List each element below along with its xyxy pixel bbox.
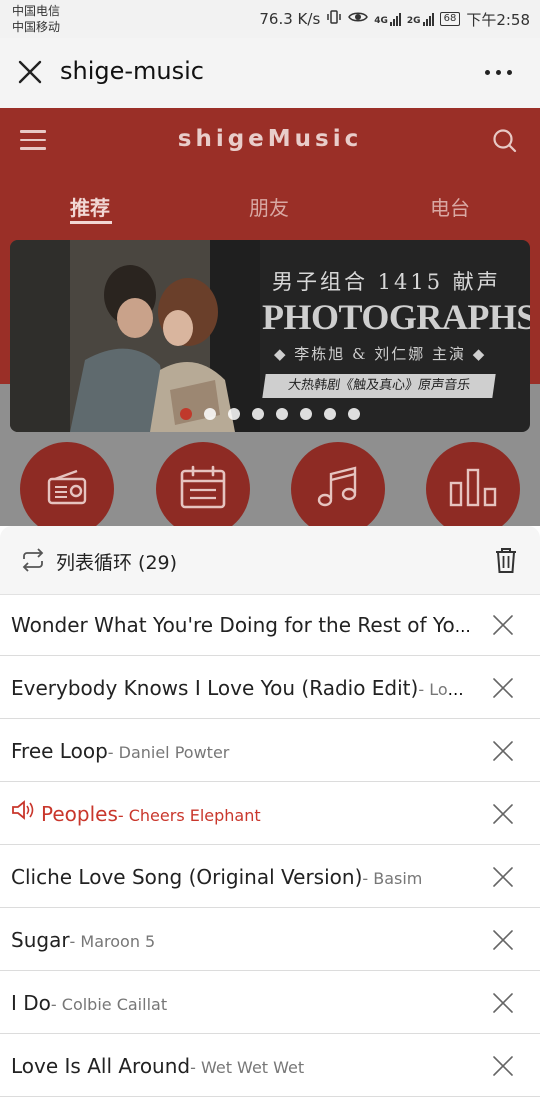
pagination-dot[interactable]	[324, 408, 336, 420]
radio-icon	[47, 469, 87, 509]
track-title: Love Is All Around	[11, 1054, 191, 1078]
carrier-2: 中国移动	[12, 20, 61, 34]
eye-icon	[348, 10, 369, 28]
category-charts[interactable]	[426, 442, 520, 536]
pagination-dot[interactable]	[204, 408, 216, 420]
pagination-dot[interactable]	[276, 408, 288, 420]
remove-track-icon[interactable]	[492, 929, 514, 951]
playlist-row[interactable]: Sugar- Maroon 5	[0, 909, 540, 971]
track-artist: - Maroon 5	[69, 932, 156, 951]
track-artist: - Cheers Elephant	[117, 806, 261, 825]
playlist-row[interactable]: Everybody Knows I Love You (Radio Edit)-…	[0, 657, 540, 719]
signal-bars-icon	[422, 12, 434, 26]
remove-track-icon[interactable]	[492, 677, 514, 699]
active-tab-indicator	[70, 221, 112, 224]
app-title: shige-music	[60, 57, 204, 85]
track-title: Free Loop	[11, 739, 108, 763]
play-mode-label[interactable]: 列表循环 (29)	[56, 548, 177, 575]
banner-line-4: 大热韩剧《触及真心》原声音乐	[262, 374, 496, 398]
remove-track-icon[interactable]	[492, 992, 514, 1014]
status-right: 76.3 K/s 4G 2G 68 下午2:58	[259, 7, 530, 31]
track-text: I Do- Colbie Caillat	[11, 972, 473, 1034]
remove-track-icon[interactable]	[492, 1055, 514, 1077]
status-bar: 中国电信 中国移动 76.3 K/s 4G 2G 68 下午2:58	[0, 0, 540, 38]
vibrate-icon	[326, 9, 342, 29]
network-type-1: 4G	[374, 16, 388, 26]
track-title: Everybody Knows I Love You (Radio Edit)	[11, 676, 419, 700]
pagination-dot[interactable]	[348, 408, 360, 420]
chart-bars-icon	[448, 467, 498, 511]
trash-icon[interactable]	[494, 546, 518, 578]
playlist-row[interactable]: Love Is All Around- Wet Wet Wet	[0, 1035, 540, 1097]
music-note-icon	[316, 465, 360, 513]
track-title: I Do	[11, 991, 51, 1015]
track-text: Love Is All Around- Wet Wet Wet	[11, 1035, 473, 1097]
brand-title: shigeMusic	[177, 126, 363, 152]
remove-track-icon[interactable]	[492, 614, 514, 636]
track-title: Peoples	[41, 802, 118, 826]
app-bar: shige-music	[0, 38, 540, 108]
pagination-dot[interactable]	[228, 408, 240, 420]
network-speed: 76.3 K/s	[259, 10, 321, 28]
tab-radio[interactable]: 电台	[430, 192, 470, 221]
tab-bar: 推荐 朋友 电台	[0, 192, 540, 232]
playlist-header: 列表循环 (29)	[0, 526, 540, 595]
track-artist: - Wet Wet Wet	[190, 1058, 305, 1077]
more-options-icon[interactable]	[485, 70, 512, 75]
track-title: Wonder What You're Doing for the Rest of…	[11, 613, 473, 637]
track-title: Cliche Love Song (Original Version)	[11, 865, 363, 889]
remove-track-icon[interactable]	[492, 803, 514, 825]
carrier-1: 中国电信	[12, 4, 61, 18]
tab-friends[interactable]: 朋友	[249, 192, 289, 221]
category-radio[interactable]	[20, 442, 114, 536]
track-text: Wonder What You're Doing for the Rest of…	[11, 594, 473, 656]
calendar-icon	[179, 465, 227, 513]
pagination-dot[interactable]	[300, 408, 312, 420]
now-playing-speaker-icon	[11, 784, 35, 846]
banner-line-1: 男子组合 1415 献声	[272, 270, 501, 294]
track-title: Sugar	[11, 928, 70, 952]
track-text: Free Loop- Daniel Powter	[11, 720, 473, 782]
track-artist: - Daniel Powter	[107, 743, 230, 762]
track-artist: - Lovebu...	[418, 680, 473, 699]
close-icon[interactable]	[16, 58, 44, 86]
category-playlist[interactable]	[291, 442, 385, 536]
playlist-row[interactable]: Free Loop- Daniel Powter	[0, 720, 540, 782]
playlist-row[interactable]: Cliche Love Song (Original Version)- Bas…	[0, 846, 540, 908]
promo-banner[interactable]: 男子组合 1415 献声 PHOTOGRAPHS ◆ 李栋旭 & 刘仁娜 主演 …	[10, 240, 530, 432]
banner-line-2: PHOTOGRAPHS	[262, 297, 530, 337]
track-artist: - Colbie Caillat	[50, 995, 168, 1014]
battery-icon: 68	[439, 12, 461, 26]
remove-track-icon[interactable]	[492, 740, 514, 762]
track-text: Everybody Knows I Love You (Radio Edit)-…	[11, 657, 473, 719]
playlist-row[interactable]: Wonder What You're Doing for the Rest of…	[0, 594, 540, 656]
track-text: Cliche Love Song (Original Version)- Bas…	[11, 846, 473, 908]
category-daily[interactable]	[156, 442, 250, 536]
loop-icon[interactable]	[20, 548, 46, 576]
playlist-sheet: 列表循环 (29) Wonder What You're Doing for t…	[0, 526, 540, 1097]
banner-pagination	[0, 408, 540, 420]
signal-2g: 2G	[407, 12, 434, 26]
track-text: Peoples- Cheers Elephant	[11, 783, 473, 845]
carrier-info: 中国电信 中国移动	[12, 3, 60, 35]
signal-4g: 4G	[374, 12, 401, 26]
playlist-row[interactable]: Peoples- Cheers Elephant	[0, 783, 540, 845]
banner-line-3: ◆ 李栋旭 & 刘仁娜 主演 ◆	[274, 345, 487, 363]
signal-bars-icon	[389, 12, 401, 26]
track-text: Sugar- Maroon 5	[11, 909, 473, 971]
tab-recommend[interactable]: 推荐	[70, 192, 110, 221]
track-artist: - Basim	[362, 869, 423, 888]
remove-track-icon[interactable]	[492, 866, 514, 888]
network-type-2: 2G	[406, 16, 421, 26]
clock: 下午2:58	[466, 10, 530, 29]
search-icon[interactable]	[492, 128, 518, 158]
banner-photo	[10, 240, 260, 432]
pagination-dot[interactable]	[252, 408, 264, 420]
pagination-dot[interactable]	[180, 408, 192, 420]
playlist-row[interactable]: I Do- Colbie Caillat	[0, 972, 540, 1034]
